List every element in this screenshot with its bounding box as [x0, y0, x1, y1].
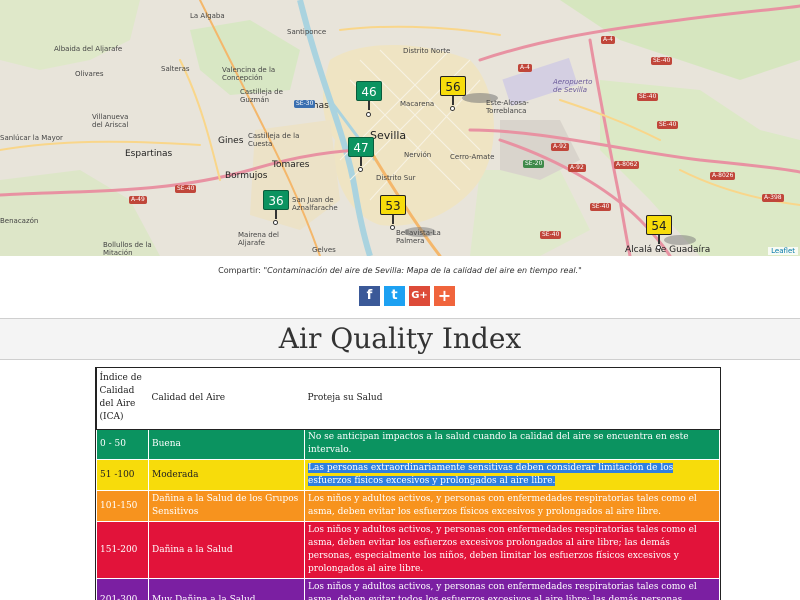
- place-label: Sevilla: [370, 129, 407, 142]
- place-label: Espartinas: [125, 149, 173, 159]
- place-label: Alcalá de Guadaíra: [625, 245, 711, 255]
- place-label: Este-Alcosa-Torreblanca: [486, 99, 529, 115]
- road-shield: SE-40: [590, 203, 612, 211]
- table-row: 151-200 Dañina a la Salud Los niños y ad…: [96, 521, 720, 579]
- share-label: Compartir:: [218, 266, 261, 275]
- aqi-range: 51 -100: [96, 459, 149, 491]
- aqi-range: 0 - 50: [96, 428, 149, 460]
- aqi-quality: Moderada: [148, 459, 305, 491]
- google-plus-icon[interactable]: G+: [409, 286, 430, 306]
- place-label: Sanlúcar la Mayor: [0, 134, 63, 142]
- table-row: 201-300 Muy Dañina a la Salud Los niños …: [96, 578, 720, 600]
- road-shield: A-4: [601, 36, 615, 44]
- place-label: Macarena: [400, 100, 435, 108]
- place-label: Distrito Norte: [403, 47, 451, 55]
- aqi-quality: Muy Dañina a la Salud: [148, 578, 305, 600]
- aqi-advice: Las personas extraordinariamente sensiti…: [304, 459, 720, 491]
- aqi-quality: Buena: [148, 428, 305, 460]
- aqi-table-container: Índice de Calidad del Aire (ICA) Calidad…: [95, 367, 721, 600]
- place-label: Castilleja de Guzmán: [240, 88, 283, 104]
- place-label: La Algaba: [190, 12, 225, 20]
- road-shield: A-92: [568, 164, 586, 172]
- place-label: Valencina de la Concepción: [222, 66, 276, 82]
- aqi-marker[interactable]: 54: [646, 215, 672, 244]
- table-header: Calidad del Aire: [148, 368, 305, 429]
- page-title: Air Quality Index: [278, 322, 522, 355]
- marker-dot: [366, 112, 371, 117]
- road-shield: A-92: [551, 143, 569, 151]
- place-label: Tomares: [272, 160, 310, 170]
- place-label: Aeropuerto de Sevilla: [553, 78, 593, 94]
- aqi-marker[interactable]: 36: [263, 190, 289, 219]
- road-shield: A-398: [762, 194, 784, 202]
- marker-dot: [358, 167, 363, 172]
- table-header: Proteja su Salud: [304, 368, 720, 429]
- selected-text: Las personas extraordinariamente sensiti…: [308, 463, 674, 486]
- aqi-advice: No se anticipan impactos a la salud cuan…: [304, 428, 720, 460]
- place-label: Cerro-Amate: [450, 153, 495, 161]
- place-label: Castilleja de la Cuesta: [248, 132, 300, 148]
- marker-dot: [450, 106, 455, 111]
- facebook-icon[interactable]: f: [359, 286, 380, 306]
- road-shield: SE-40: [651, 57, 673, 65]
- road-shield: A-8026: [710, 172, 736, 180]
- marker-dot: [656, 245, 661, 250]
- aqi-marker[interactable]: 53: [380, 195, 406, 224]
- aqi-marker[interactable]: 47: [348, 137, 374, 166]
- place-label: Gines: [218, 136, 244, 146]
- share-caption: Compartir: "Contaminación del aire de Se…: [0, 266, 800, 275]
- road-shield: SE-30: [294, 100, 316, 108]
- aqi-marker[interactable]: 56: [440, 76, 466, 105]
- table-row: 0 - 50 Buena No se anticipan impactos a …: [96, 428, 720, 460]
- share-buttons: f t G+ +: [359, 286, 455, 306]
- place-label: Olivares: [75, 70, 104, 78]
- place-label: Mairena del Aljarafe: [238, 231, 279, 247]
- aqi-table: Índice de Calidad del Aire (ICA) Calidad…: [96, 368, 720, 600]
- road-shield: SE-40: [540, 231, 562, 239]
- aqi-quality: Dañina a la Salud de los Grupos Sensitiv…: [148, 490, 305, 522]
- place-label: Villanueva del Ariscal: [92, 113, 129, 129]
- plus-icon[interactable]: +: [434, 286, 455, 306]
- place-label: Distrito Sur: [376, 174, 416, 182]
- place-label: Bormujos: [225, 171, 268, 181]
- place-label: Bellavista-La Palmera: [396, 229, 441, 245]
- marker-dot: [390, 225, 395, 230]
- place-label: Salteras: [161, 65, 190, 73]
- place-label: Benacazón: [0, 217, 39, 225]
- road-shield: SE-40: [175, 185, 197, 193]
- road-shield: A-49: [129, 196, 147, 204]
- aqi-range: 101-150: [96, 490, 149, 522]
- table-row: 51 -100 Moderada Las personas extraordin…: [96, 459, 720, 491]
- place-label: Gelves: [312, 246, 336, 254]
- road-shield: A-8062: [614, 161, 640, 169]
- marker-dot: [273, 220, 278, 225]
- aqi-advice: Los niños y adultos activos, y personas …: [304, 521, 720, 579]
- table-header-row: Índice de Calidad del Aire (ICA) Calidad…: [96, 368, 720, 430]
- road-shield: SE-20: [523, 160, 545, 168]
- twitter-icon[interactable]: t: [384, 286, 405, 306]
- share-quote: "Contaminación del aire de Sevilla: Mapa…: [263, 266, 582, 275]
- place-label: Albaida del Aljarafe: [54, 45, 123, 53]
- table-row: 101-150 Dañina a la Salud de los Grupos …: [96, 490, 720, 522]
- aqi-marker[interactable]: 46: [356, 81, 382, 110]
- aqi-advice: Los niños y adultos activos, y personas …: [304, 578, 720, 600]
- place-label: Nervión: [404, 151, 432, 159]
- title-band: Air Quality Index: [0, 318, 800, 360]
- road-shield: SE-40: [637, 93, 659, 101]
- place-label: Santiponce: [287, 28, 327, 36]
- place-label: San Juan de Aznalfarache: [292, 196, 338, 212]
- road-shield: SE-40: [657, 121, 679, 129]
- air-quality-map[interactable]: Albaida del Aljarafe Olivares Salteras V…: [0, 0, 800, 256]
- table-header: Índice de Calidad del Aire (ICA): [96, 368, 149, 429]
- leaflet-attribution[interactable]: Leaflet: [768, 247, 798, 255]
- aqi-range: 201-300: [96, 578, 149, 600]
- road-shield: A-4: [518, 64, 532, 72]
- aqi-quality: Dañina a la Salud: [148, 521, 305, 579]
- aqi-range: 151-200: [96, 521, 149, 579]
- aqi-advice: Los niños y adultos activos, y personas …: [304, 490, 720, 522]
- place-label: Bollullos de la Mitación: [103, 241, 152, 256]
